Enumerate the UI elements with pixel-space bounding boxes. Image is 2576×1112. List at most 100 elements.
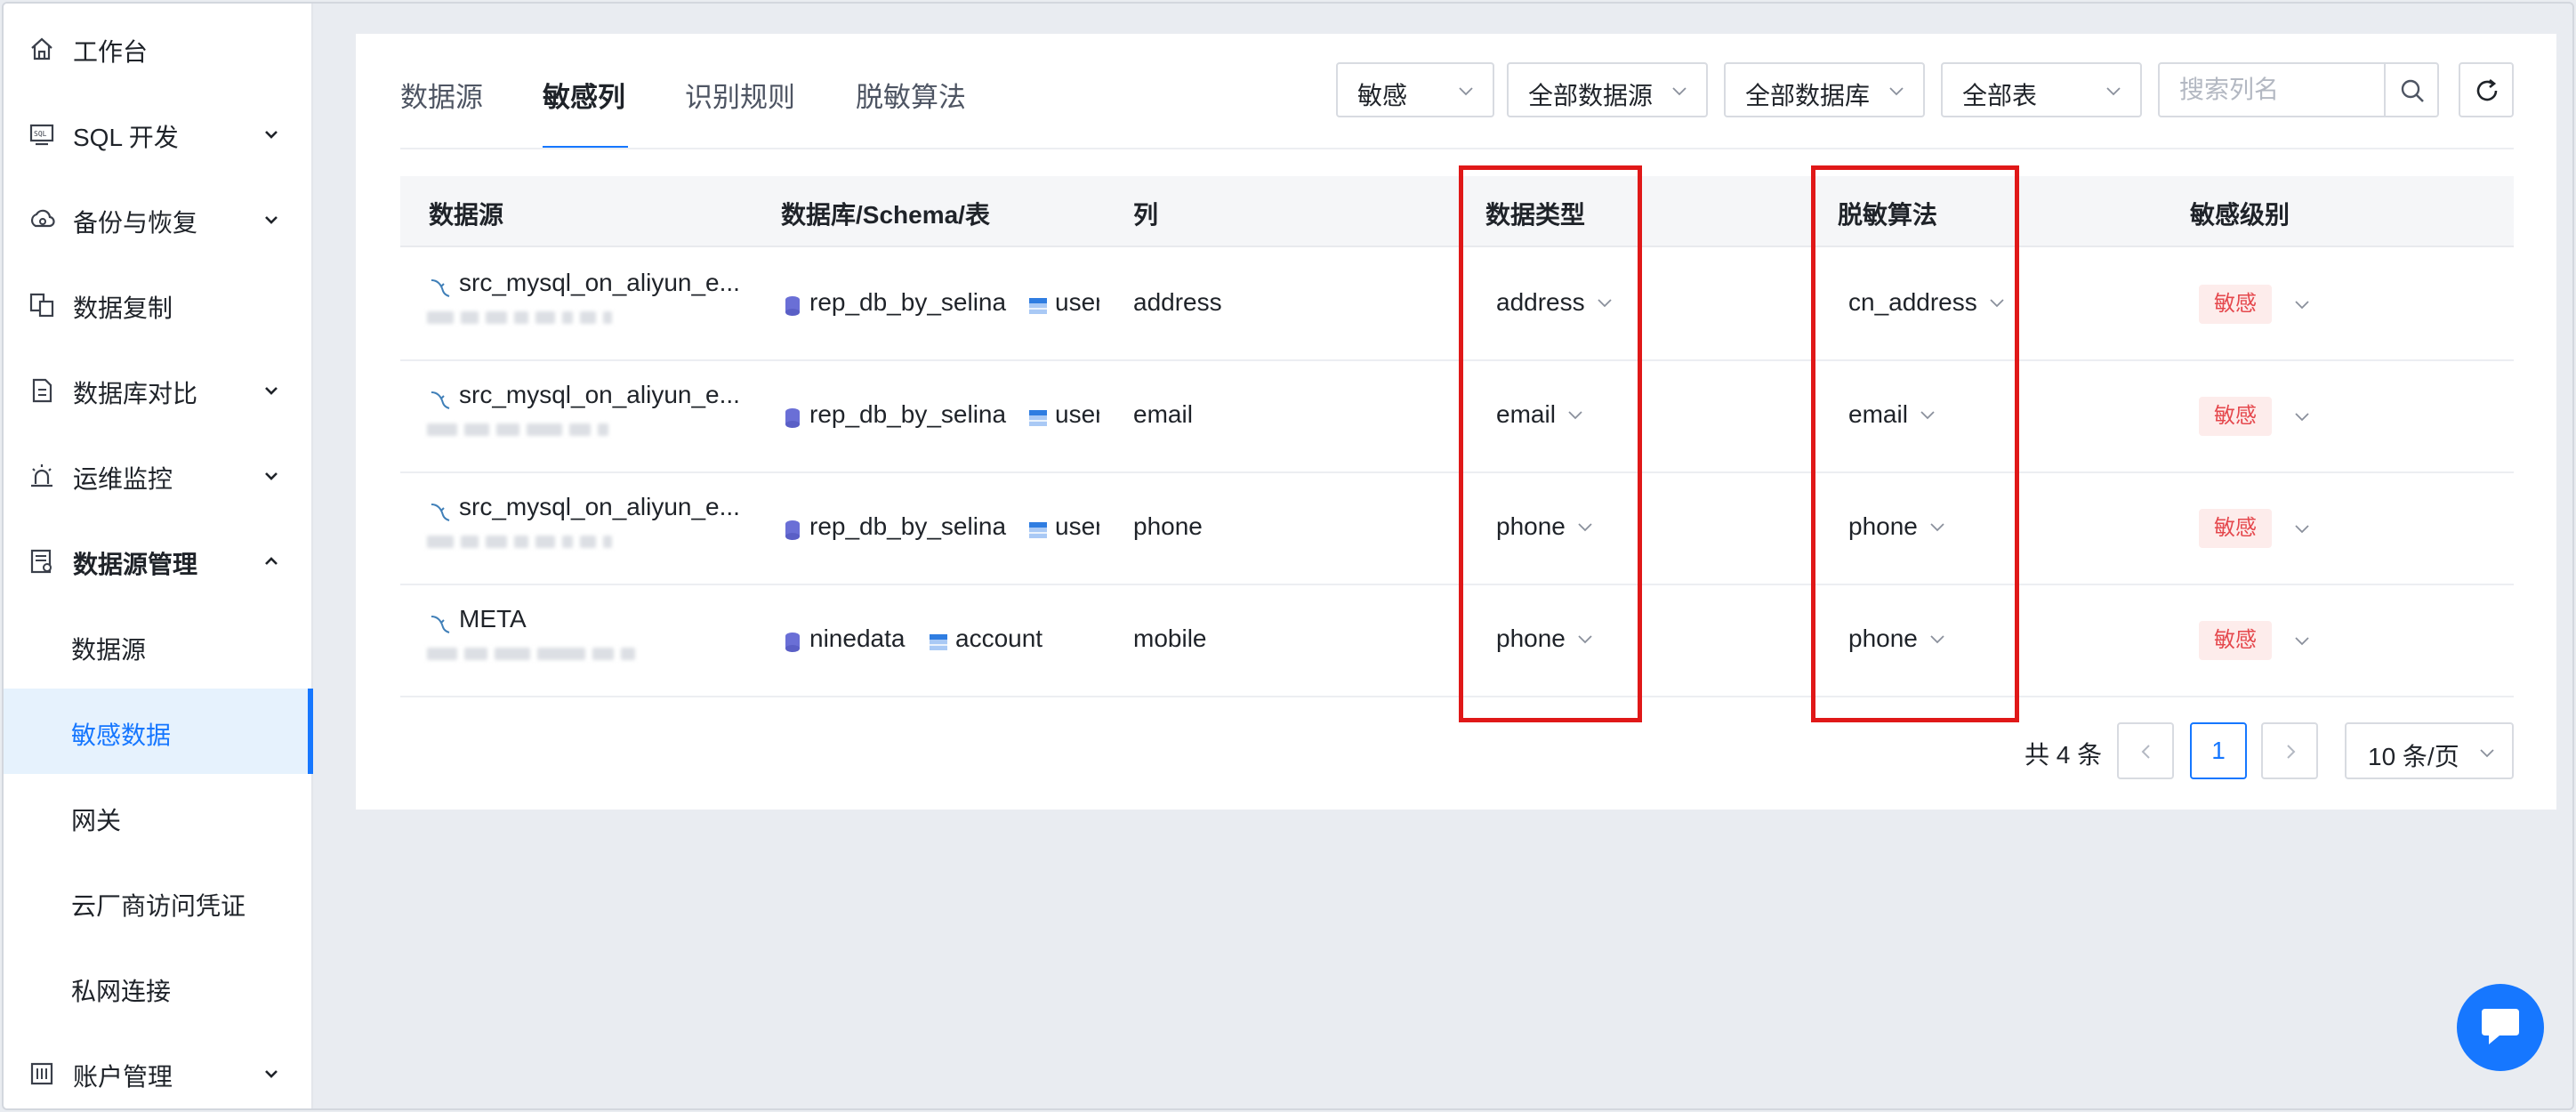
sidebar-subitem-datasource[interactable]: 数据源 <box>4 603 311 689</box>
page-size-select[interactable]: 10 条/页 <box>2345 722 2514 779</box>
database-name: rep_db_by_selina <box>809 512 1007 540</box>
sidebar-subitem-gateway[interactable]: 网关 <box>4 774 311 859</box>
sidebar-subitem-label: 私网连接 <box>71 978 172 1005</box>
database-filter-select[interactable]: 全部数据库 <box>1724 62 1925 117</box>
sidebar-item-workbench[interactable]: 工作台 <box>4 5 311 91</box>
select-value: 全部表 <box>1962 82 2038 109</box>
select-value: 全部数据库 <box>1745 82 1871 109</box>
sidebar-subitem-sensitive-data[interactable]: 敏感数据 <box>4 689 313 774</box>
column-name: address <box>1133 288 1222 316</box>
chevron-down-icon[interactable] <box>2293 295 2311 313</box>
chevron-down-icon <box>2480 749 2494 758</box>
table-name: user <box>1055 400 1099 428</box>
svg-text:SQL: SQL <box>34 130 47 138</box>
column-name: phone <box>1133 512 1203 540</box>
table-name: account <box>955 624 1043 652</box>
chevron-down-icon <box>1459 87 1473 96</box>
backup-icon <box>30 209 55 228</box>
table-name: user <box>1055 288 1099 316</box>
chevron-down-icon[interactable] <box>2293 632 2311 649</box>
table-name: user <box>1055 512 1099 540</box>
account-icon <box>30 1062 53 1085</box>
sidebar-subitem-label: 网关 <box>71 807 122 834</box>
page-number-current[interactable]: 1 <box>2190 722 2247 779</box>
sidebar-item-label: 工作台 <box>73 38 149 66</box>
table-filter-select[interactable]: 全部表 <box>1941 62 2142 117</box>
column-header-column: 列 <box>1133 201 1159 229</box>
sidebar-item-label: 数据库对比 <box>73 380 198 407</box>
chevron-down-icon[interactable] <box>2293 520 2311 537</box>
chevron-up-icon <box>265 557 278 565</box>
chevron-down-icon[interactable] <box>2293 407 2311 425</box>
column-name: mobile <box>1133 624 1207 652</box>
sidebar-item-monitor[interactable]: 运维监控 <box>4 432 311 518</box>
sidebar-subitem-private-link[interactable]: 私网连接 <box>4 945 311 1030</box>
database-name: rep_db_by_selina <box>809 400 1007 428</box>
database-name: rep_db_by_selina <box>809 288 1007 316</box>
datasource-name[interactable]: src_mysql_on_aliyun_e... <box>459 381 740 409</box>
datasource-name[interactable]: src_mysql_on_aliyun_e... <box>459 269 740 297</box>
main-panel: 数据源 敏感列 识别规则 脱敏算法 敏感 全部数据源 全部数据库 全部表 搜索列… <box>356 34 2556 810</box>
tab-recognition-rules[interactable]: 识别规则 <box>685 75 795 115</box>
sensitivity-badge[interactable]: 敏感 <box>2199 285 2272 324</box>
sql-dev-icon: SQL <box>29 124 54 146</box>
table-row: src_mysql_on_aliyun_e... rep_db_by_selin… <box>400 473 2514 585</box>
chevron-down-icon <box>265 472 278 480</box>
database-icon <box>785 520 800 540</box>
table-icon <box>1029 298 1047 314</box>
redacted-address <box>427 648 635 664</box>
tab-sensitive-columns[interactable]: 敏感列 <box>543 75 625 115</box>
app-frame: 工作台 SQL SQL 开发 备份与恢复 数据复制 数据库对比 运维监控 数据源… <box>2 2 2574 1110</box>
table-row: META ninedata account mobile phone phone… <box>400 585 2514 697</box>
redacted-address <box>427 311 612 327</box>
chat-button[interactable] <box>2457 984 2544 1071</box>
chevron-down-icon <box>1672 87 1686 96</box>
redacted-address <box>427 536 612 552</box>
column-search <box>2158 62 2396 117</box>
monitor-icon <box>31 464 52 488</box>
tab-masking-algorithms[interactable]: 脱敏算法 <box>856 75 966 115</box>
sidebar-item-label: 账户管理 <box>73 1063 173 1091</box>
table-row: src_mysql_on_aliyun_e... rep_db_by_selin… <box>400 249 2514 361</box>
datasource-name[interactable]: META <box>459 605 527 633</box>
sensitivity-badge[interactable]: 敏感 <box>2199 509 2272 548</box>
algorithm-highlight-box <box>1811 165 2019 722</box>
sidebar-subitem-cloud-credentials[interactable]: 云厂商访问凭证 <box>4 859 311 945</box>
total-count: 共 4 条 <box>2025 741 2103 769</box>
table-header: 数据源 数据库/Schema/表 列 数据类型 脱敏算法 敏感级别 <box>400 176 2514 247</box>
sensitivity-badge[interactable]: 敏感 <box>2199 621 2272 660</box>
column-header-sensitivity-level: 敏感级别 <box>2190 201 2290 229</box>
sidebar-item-datasource-manage[interactable]: 数据源管理 <box>4 518 311 603</box>
select-value: 敏感 <box>1357 82 1408 109</box>
sidebar-subitem-label: 云厂商访问凭证 <box>71 892 246 920</box>
chevron-down-icon <box>2106 87 2121 96</box>
sidebar-item-label: SQL 开发 <box>73 124 179 151</box>
select-value: 全部数据源 <box>1528 82 1654 109</box>
database-name: ninedata <box>809 624 906 652</box>
sensitivity-badge[interactable]: 敏感 <box>2199 397 2272 436</box>
datasource-name[interactable]: src_mysql_on_aliyun_e... <box>459 493 740 521</box>
refresh-icon <box>2476 78 2498 101</box>
sensitivity-filter-select[interactable]: 敏感 <box>1336 62 1494 117</box>
sidebar-subitem-label: 敏感数据 <box>71 721 172 749</box>
sidebar-item-compare[interactable]: 数据库对比 <box>4 347 311 432</box>
mysql-icon <box>431 504 450 521</box>
database-icon <box>785 408 800 428</box>
database-icon <box>785 633 800 652</box>
datasource-filter-select[interactable]: 全部数据源 <box>1507 62 1708 117</box>
column-search-input[interactable] <box>2160 64 2386 116</box>
search-button[interactable] <box>2384 62 2439 117</box>
refresh-button[interactable] <box>2459 62 2514 117</box>
sidebar-item-account[interactable]: 账户管理 <box>4 1030 311 1108</box>
chevron-down-icon <box>265 216 278 224</box>
search-icon <box>2401 79 2424 102</box>
chat-bubble-icon <box>2482 1009 2519 1044</box>
chevron-down-icon <box>265 131 278 139</box>
next-page-button[interactable] <box>2261 722 2318 779</box>
prev-page-button[interactable] <box>2117 722 2174 779</box>
tab-datasource[interactable]: 数据源 <box>400 75 483 115</box>
sidebar-item-replication[interactable]: 数据复制 <box>4 262 311 347</box>
chevron-left-icon <box>2141 745 2150 759</box>
sidebar-item-backup[interactable]: 备份与恢复 <box>4 176 311 262</box>
sidebar-item-sql-dev[interactable]: SQL SQL 开发 <box>4 91 311 176</box>
